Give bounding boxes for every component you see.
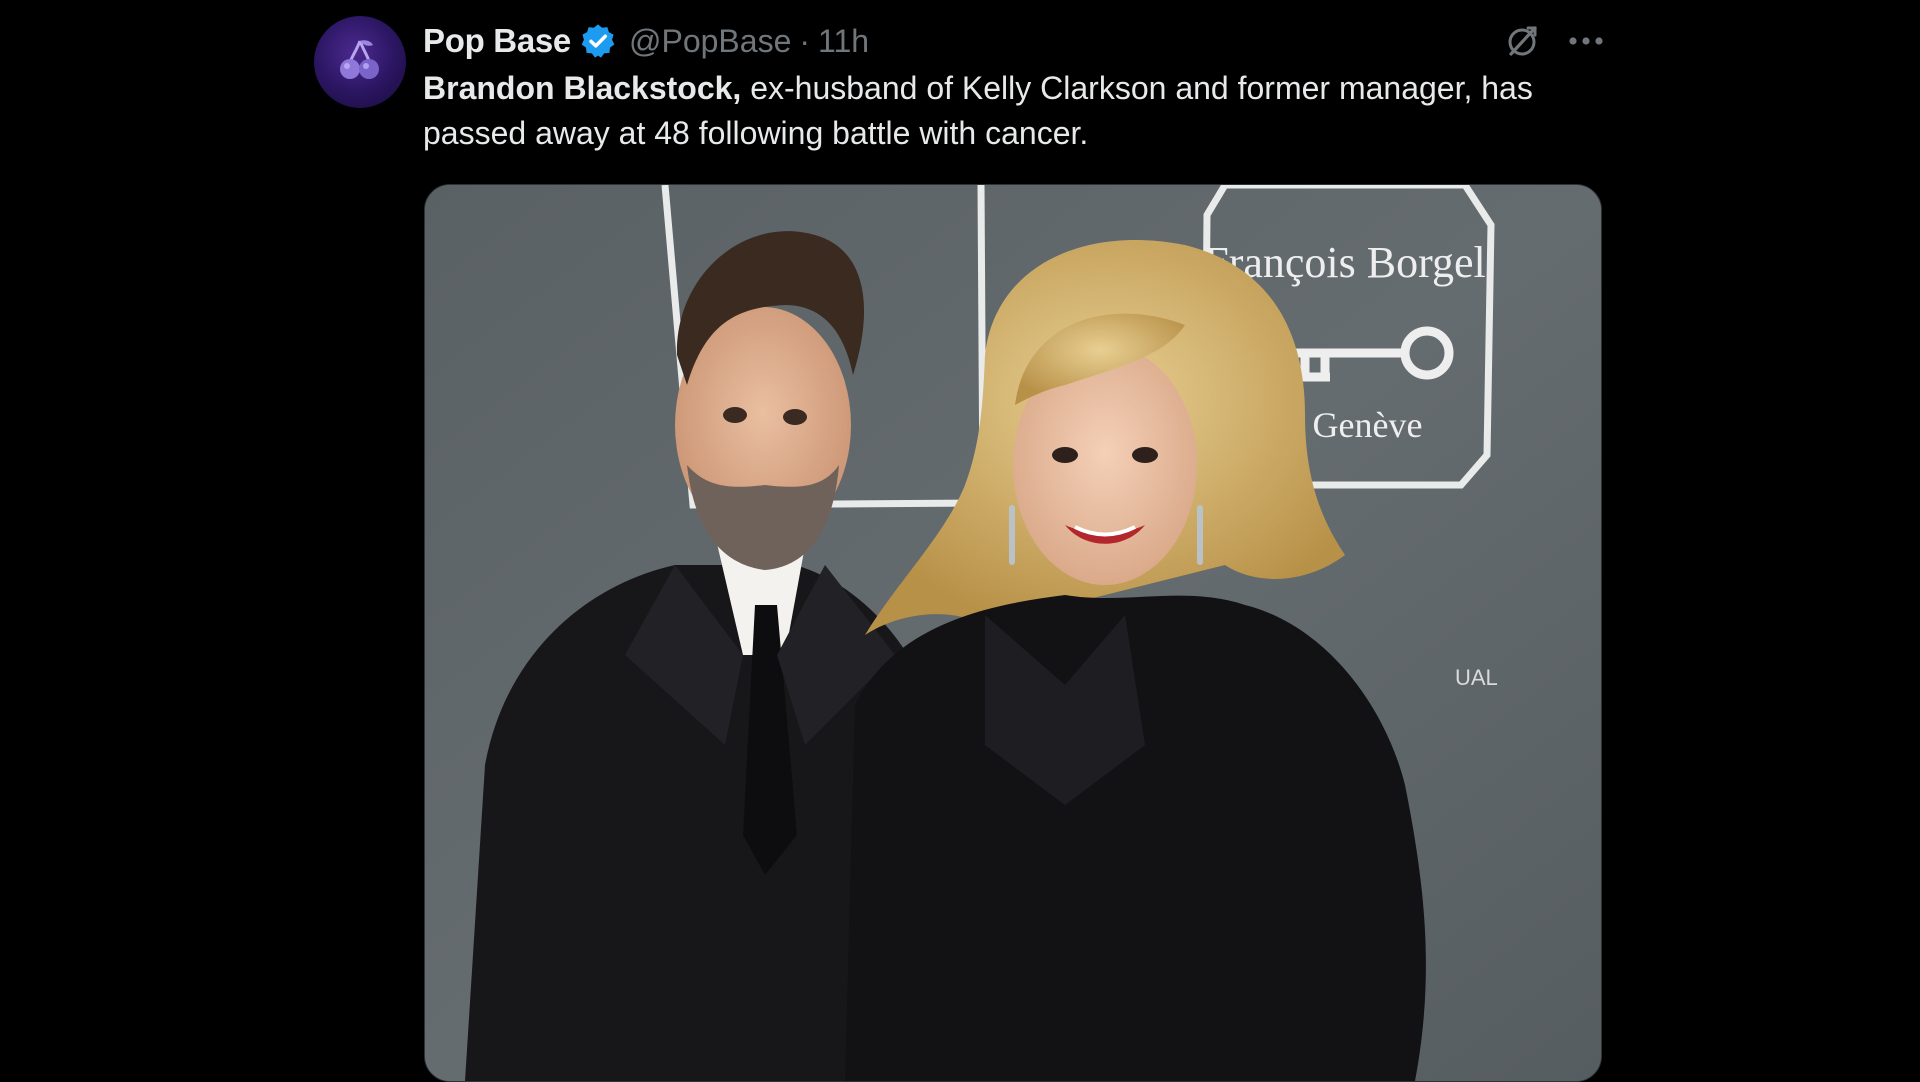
tweet-actions: [1502, 18, 1604, 64]
grok-icon[interactable]: [1502, 21, 1542, 61]
tweet-text: Brandon Blackstock, ex-husband of Kelly …: [423, 66, 1603, 156]
backdrop-partial-text-1: UAL: [1455, 665, 1498, 690]
tweet-media-photo[interactable]: François Borgel 87 Genève UAL R: [424, 184, 1602, 1082]
more-dots-icon[interactable]: [1568, 35, 1604, 47]
display-name[interactable]: Pop Base: [423, 22, 571, 60]
tweet-text-bold: Brandon Blackstock,: [423, 70, 742, 106]
separator-dot: ·: [799, 22, 811, 59]
avatar[interactable]: [314, 16, 406, 108]
tweet-timestamp[interactable]: 11h: [818, 23, 869, 60]
photo-illustration: François Borgel 87 Genève UAL R: [425, 185, 1601, 1081]
verified-badge-icon[interactable]: [579, 22, 617, 60]
user-handle[interactable]: @PopBase: [629, 23, 791, 60]
tweet-header: Pop Base @PopBase · 11h: [423, 18, 869, 64]
cherry-logo-icon: [340, 40, 379, 79]
